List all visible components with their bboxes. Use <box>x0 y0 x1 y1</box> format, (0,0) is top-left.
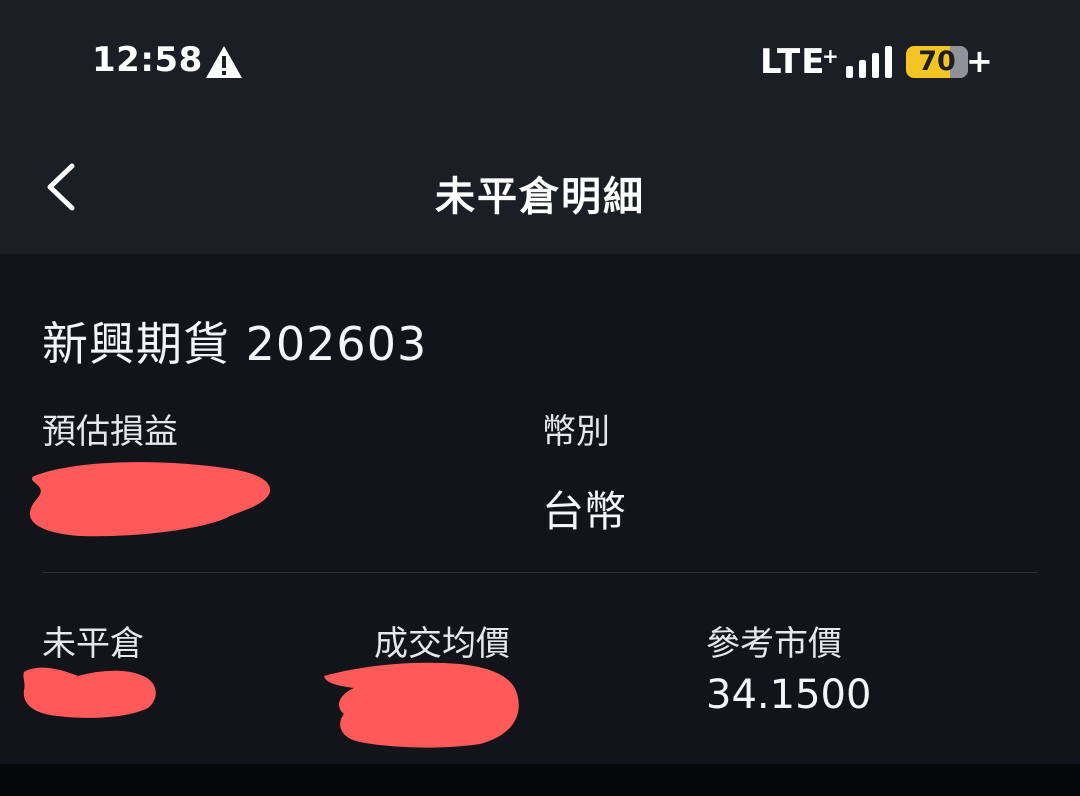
product-name: 新興期貨 202603 <box>42 317 428 371</box>
position-detail-card: 新興期貨 202603 預估損益 幣別 台幣 未平倉 成交均價 參考市價 34.… <box>0 254 1080 764</box>
divider <box>42 572 1038 573</box>
redacted-avg-price <box>324 662 519 748</box>
redacted-open-qty <box>23 667 156 718</box>
battery-icon: 70 <box>906 46 968 78</box>
status-bar: 12:58 LTE + 70 + <box>0 0 1080 120</box>
page-title: 未平倉明細 <box>435 174 645 220</box>
nav-bar: 未平倉明細 <box>0 120 1080 254</box>
currency-value: 台幣 <box>542 487 627 536</box>
redacted-pnl-value <box>29 462 271 537</box>
network-plus: + <box>822 44 839 68</box>
network-type: LTE <box>760 42 826 82</box>
charging-icon: + <box>966 42 993 80</box>
signal-strength-icon <box>846 46 892 78</box>
bottom-strip <box>0 764 1080 796</box>
battery-level: 70 <box>918 46 956 77</box>
ref-price-label: 參考市價 <box>706 624 842 664</box>
warning-icon <box>206 46 242 78</box>
status-time: 12:58 <box>92 40 203 80</box>
currency-label: 幣別 <box>542 412 610 452</box>
ref-price-value: 34.1500 <box>706 672 872 718</box>
estimated-pnl-label: 預估損益 <box>42 412 178 452</box>
